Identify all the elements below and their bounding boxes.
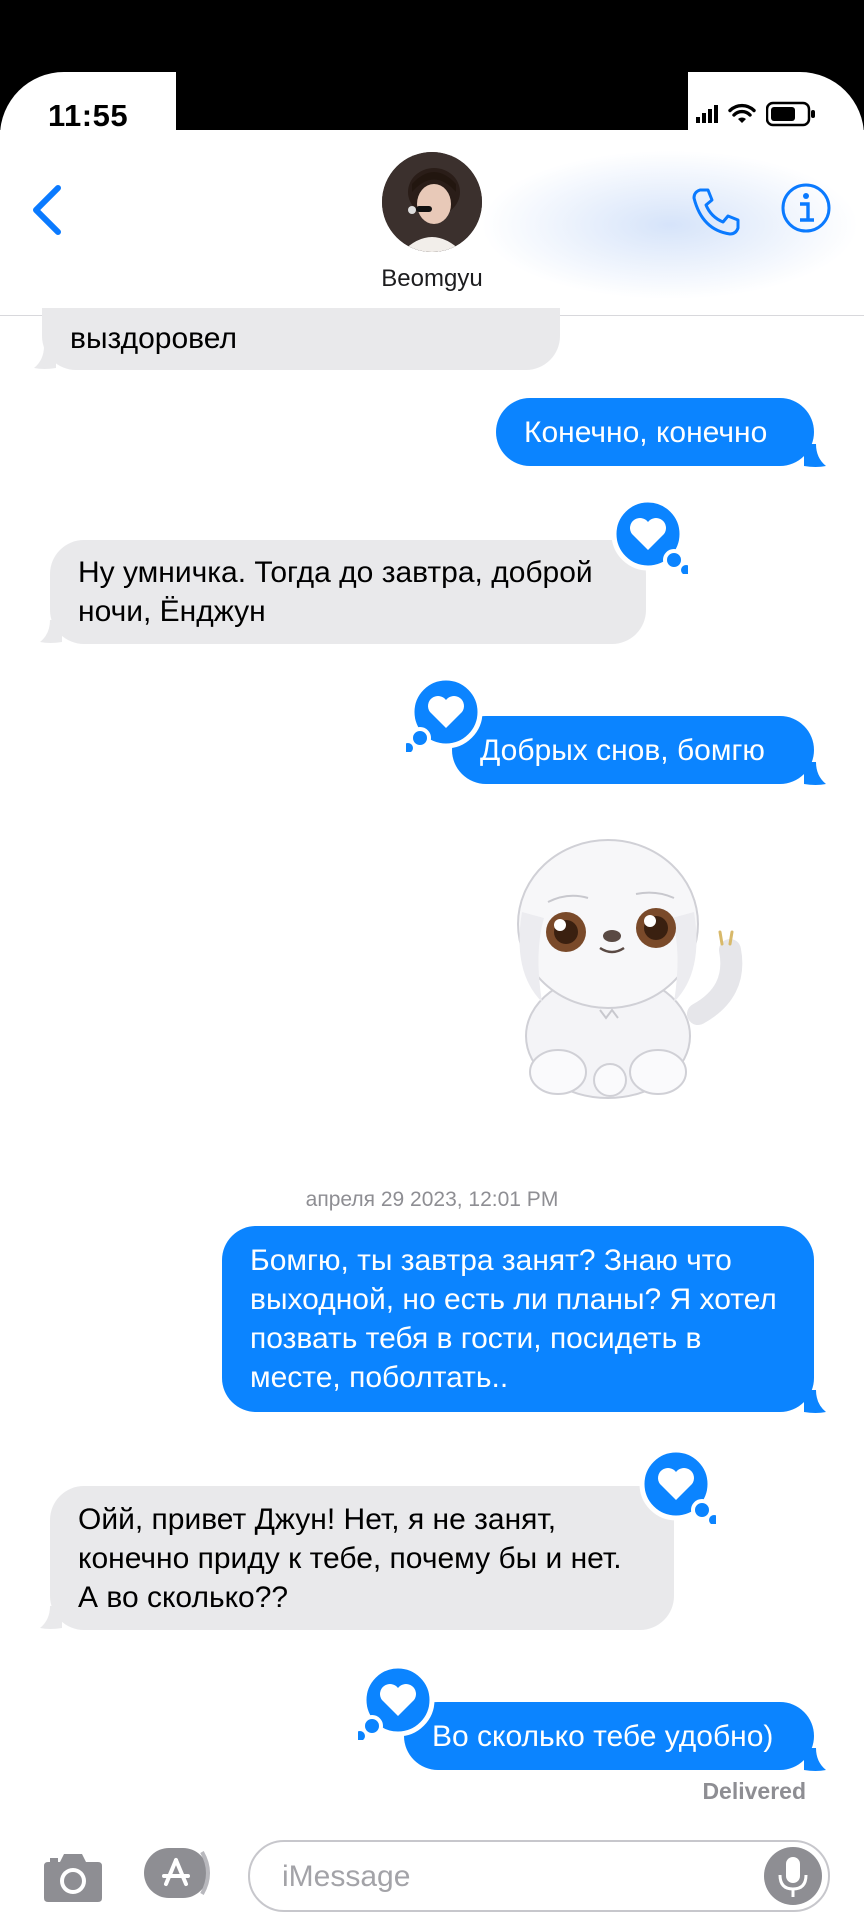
message-text: выздоровел (70, 322, 237, 355)
message-timestamp: апреля 29 2023, 12:01 PM (305, 1188, 559, 1211)
dictation-button[interactable] (764, 1847, 822, 1905)
message-text: Бомгю, ты завтра занят? Знаю что выходно… (250, 1244, 777, 1394)
bubble-tail (40, 620, 62, 643)
message-text: Конечно, конечно (524, 415, 768, 449)
message-bubble-incoming[interactable]: Ну умничка. Тогда до завтра, доброй ночи… (50, 540, 646, 644)
app-store-button[interactable] (144, 1846, 216, 1900)
camera-button[interactable] (42, 1848, 104, 1904)
contact-name[interactable]: Beomgyu (0, 265, 864, 293)
avatar-photo (382, 152, 482, 252)
message-bubble-incoming[interactable]: выздоровел (42, 308, 560, 370)
audio-call-button[interactable] (688, 184, 744, 240)
message-bubble-incoming[interactable]: Ойй, привет Джун! Нет, я не занят, конеч… (50, 1486, 674, 1630)
message-text: Ойй, привет Джун! Нет, я не занят, конеч… (78, 1502, 622, 1614)
battery-icon (766, 101, 815, 127)
info-button[interactable] (778, 180, 834, 236)
bubble-tail (40, 1606, 62, 1629)
bubble-tail (804, 1390, 826, 1413)
conversation-header: Beomgyu (0, 130, 864, 316)
message-text: Добрых снов, бомгю (480, 733, 765, 767)
imessage-field[interactable] (248, 1840, 830, 1912)
heart-reaction-icon[interactable] (608, 494, 688, 574)
message-bubble-outgoing[interactable]: Бомгю, ты завтра занят? Знаю что выходно… (222, 1226, 814, 1412)
status-icons (696, 100, 816, 128)
delivered-status: Delivered (702, 1778, 806, 1804)
message-text: Во сколько тебе удобно) (432, 1719, 774, 1753)
imessage-input[interactable] (280, 1854, 724, 1900)
microphone-icon (778, 1857, 808, 1897)
white-puppy-sticker[interactable] (508, 832, 748, 1102)
heart-reaction-icon[interactable] (636, 1444, 716, 1524)
contact-avatar[interactable] (382, 152, 482, 252)
app-store-icon (144, 1848, 210, 1898)
back-button[interactable] (26, 180, 70, 240)
message-text: Ну умничка. Тогда до завтра, доброй ночи… (78, 556, 593, 628)
phone-icon (692, 188, 740, 236)
wifi-icon (728, 103, 756, 123)
status-time: 11:55 (48, 98, 129, 133)
message-bubble-outgoing[interactable]: Добрых снов, бомгю (452, 716, 814, 784)
heart-reaction-icon[interactable] (358, 1660, 438, 1740)
bubble-tail (804, 444, 826, 467)
chevron-left-icon (33, 185, 61, 235)
camera-icon (44, 1854, 102, 1902)
bubble-tail (804, 1748, 826, 1771)
message-bubble-outgoing[interactable]: Во сколько тебе удобно) (404, 1702, 814, 1770)
cellular-signal-icon (696, 105, 718, 123)
bubble-tail (804, 762, 826, 785)
bubble-tail (34, 346, 56, 369)
message-bubble-outgoing[interactable]: Конечно, конечно (496, 398, 814, 466)
heart-reaction-icon[interactable] (406, 672, 486, 752)
message-input-bar (0, 1830, 864, 1920)
info-icon (781, 183, 831, 233)
